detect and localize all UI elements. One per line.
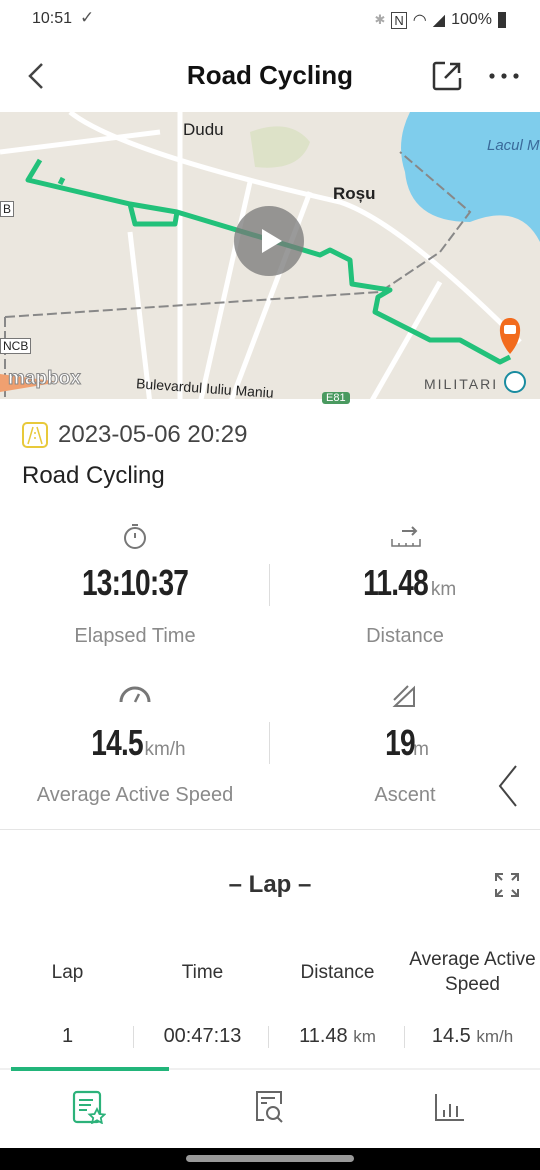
road-badge-icon xyxy=(22,422,48,448)
stopwatch-icon xyxy=(124,524,146,549)
tab-summary[interactable] xyxy=(0,1072,180,1148)
signal-icon: ◢ xyxy=(432,12,446,29)
column-header: Average Active Speed xyxy=(409,949,536,995)
lap-number: 1 xyxy=(61,1025,74,1047)
divider xyxy=(269,564,270,606)
divider xyxy=(268,1026,269,1048)
more-icon[interactable] xyxy=(488,72,520,80)
tab-indicator xyxy=(11,1067,169,1071)
divider xyxy=(404,1026,405,1048)
wifi-icon: ◠ xyxy=(412,12,427,29)
document-search-icon xyxy=(256,1091,283,1123)
tab-charts[interactable] xyxy=(360,1072,540,1148)
battery-icon xyxy=(498,12,506,28)
divider xyxy=(133,1026,134,1048)
status-bar: 10:51 ✓ ✱ N ◠ ◢ 100% xyxy=(0,0,540,38)
battery-percent: 100% xyxy=(451,11,492,28)
bar-chart-icon xyxy=(435,1094,464,1121)
lap-speed: 14.5 km/h xyxy=(431,1025,514,1047)
nfc-icon: N xyxy=(391,11,407,29)
column-header: Distance xyxy=(300,962,375,983)
expand-icon[interactable] xyxy=(494,872,520,898)
stat-label: Average Active Speed xyxy=(36,784,234,806)
activity-datetime: 2023-05-06 20:29 xyxy=(58,421,248,448)
route-map[interactable]: Dudu Roșu Lacul M MILITARI Bulevardul Iu… xyxy=(0,112,540,404)
stat-distance: 11.48 km xyxy=(362,562,457,603)
slope-icon xyxy=(392,685,415,707)
check-icon: ✓ xyxy=(80,8,95,27)
lap-section-title: – Lap – xyxy=(228,871,312,898)
column-header: Time xyxy=(181,962,224,983)
play-button[interactable] xyxy=(234,206,304,276)
road-shield: B xyxy=(0,201,15,217)
lap-time: 00:47:13 xyxy=(163,1025,242,1047)
mapbox-logo: mapbox xyxy=(8,368,82,390)
map-label: Roșu xyxy=(333,184,376,203)
stat-label: Elapsed Time xyxy=(74,625,196,647)
map-label: Dudu xyxy=(183,120,224,139)
summary-star-icon xyxy=(72,1090,106,1124)
map-label: MILITARI xyxy=(424,376,499,392)
stat-average-speed: 14.5km/h xyxy=(91,722,186,763)
map-label: Lacul M xyxy=(487,137,540,154)
ruler-icon xyxy=(391,526,421,547)
status-time: 10:51 xyxy=(32,10,73,27)
divider xyxy=(269,722,270,764)
home-indicator[interactable] xyxy=(186,1155,354,1162)
header: Road Cycling xyxy=(0,38,540,112)
speedometer-icon xyxy=(119,686,151,703)
road-shield: NCB xyxy=(0,338,32,354)
stat-label: Distance xyxy=(366,625,444,647)
nav-bar xyxy=(0,1148,540,1170)
bluetooth-icon: ✱ xyxy=(374,12,386,27)
road-shield: E81 xyxy=(322,392,350,404)
stat-elapsed-time: 13:10:37 xyxy=(81,562,189,603)
activity-name: Road Cycling xyxy=(22,462,165,489)
tab-details[interactable] xyxy=(180,1072,360,1148)
lap-distance: 11.48 km xyxy=(299,1025,376,1047)
chevron-left-icon[interactable] xyxy=(496,764,520,808)
section-divider xyxy=(0,829,540,830)
stat-ascent: 19m xyxy=(385,722,429,763)
column-header: Lap xyxy=(51,962,84,983)
share-icon[interactable] xyxy=(431,60,463,92)
play-icon xyxy=(262,229,282,253)
